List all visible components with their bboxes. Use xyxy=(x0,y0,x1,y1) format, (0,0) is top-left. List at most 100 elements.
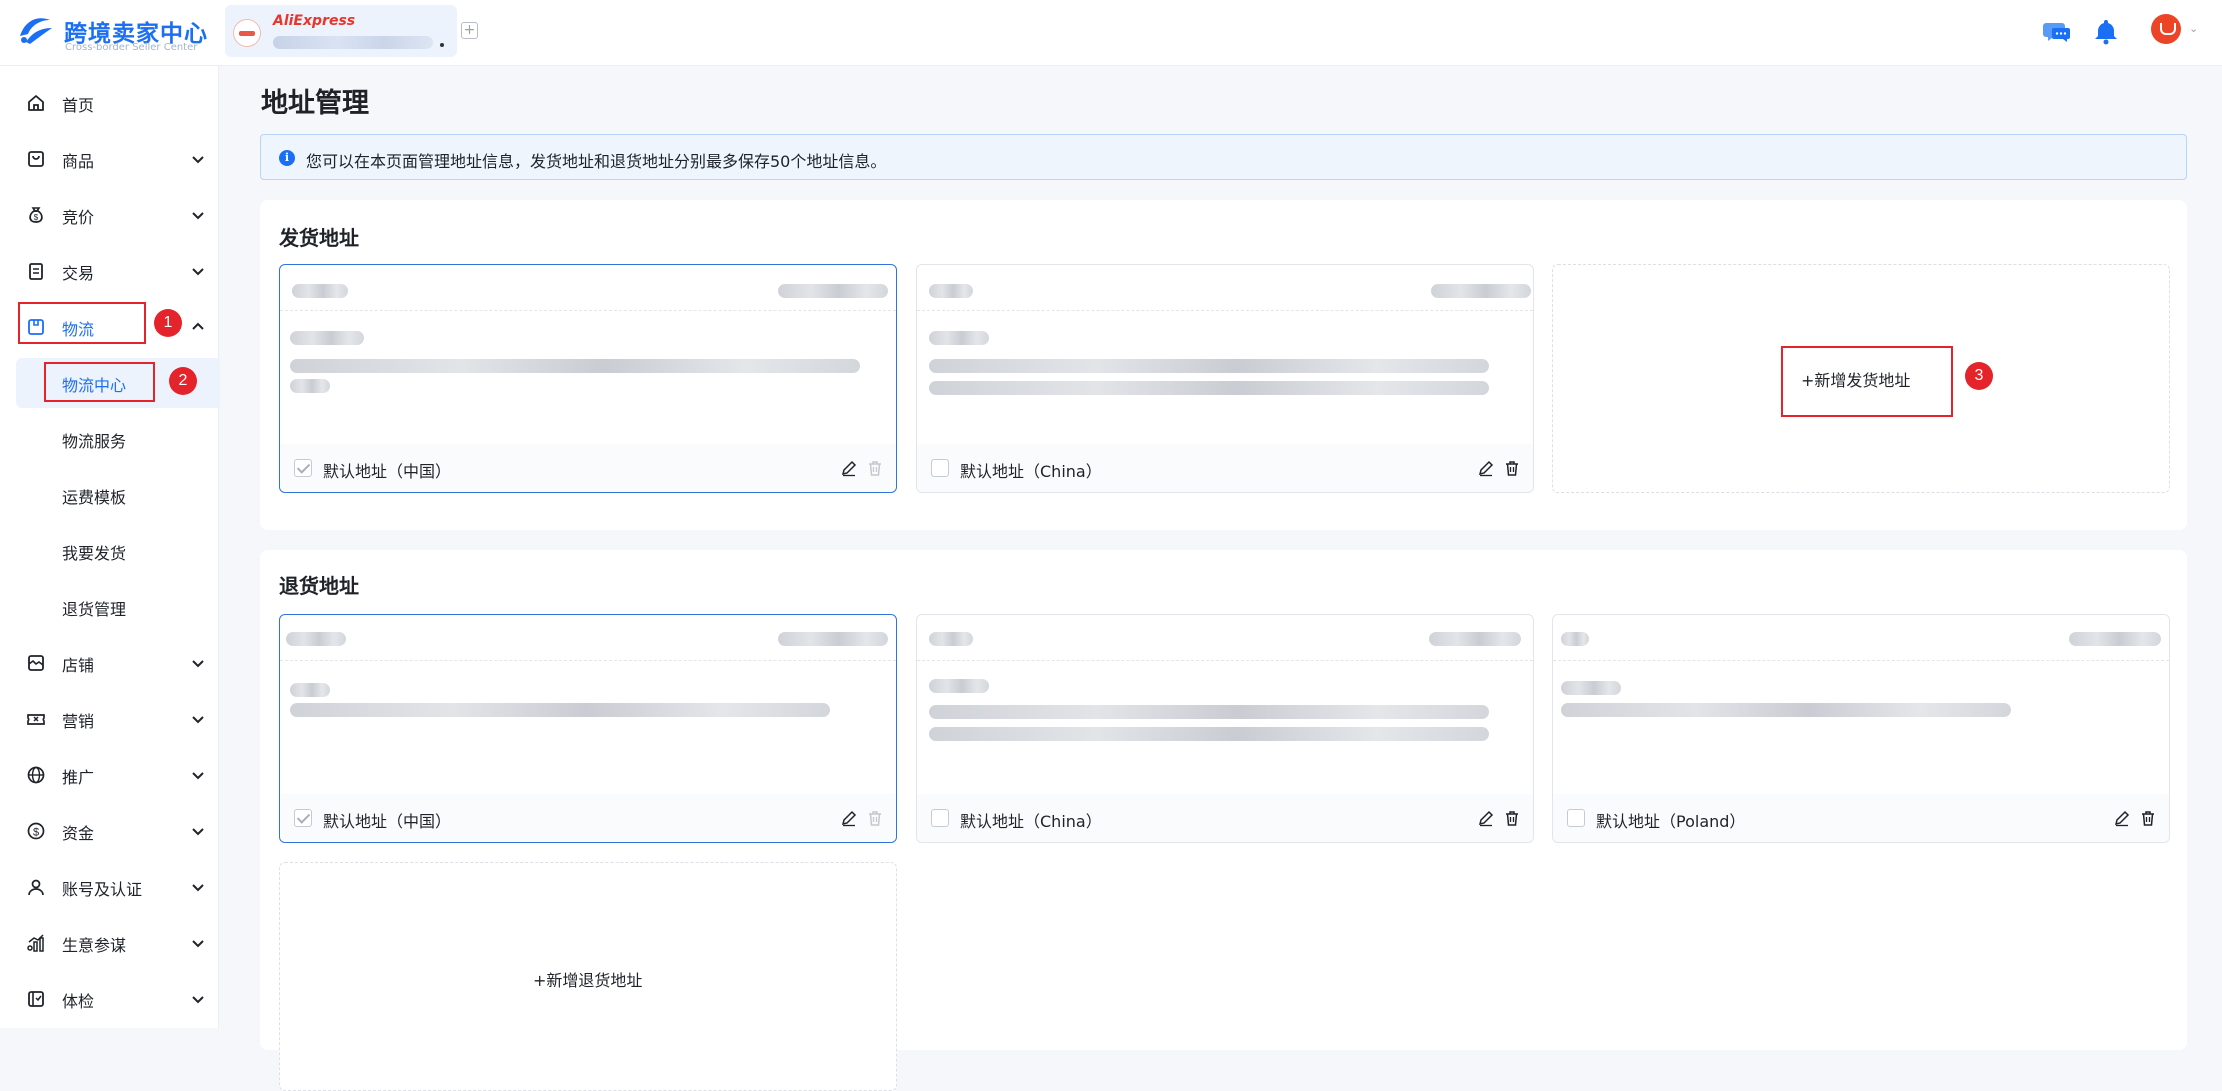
moneybag-icon: $ xyxy=(29,207,43,223)
box-icon xyxy=(28,319,44,335)
sidebar-item-label: 我要发货 xyxy=(62,544,127,563)
ticket-icon xyxy=(27,714,45,725)
chevron-down-icon xyxy=(192,940,204,948)
address-card[interactable]: 默认地址（Poland） xyxy=(1552,614,2170,843)
sidebar-item-store[interactable]: 店铺 xyxy=(16,638,216,688)
add-return-address-card[interactable]: +新增退货地址 xyxy=(279,862,897,1091)
sidebar-item-label: 商品 xyxy=(62,152,95,171)
sidebar-subitem-ship-orders[interactable]: 我要发货 xyxy=(16,526,220,576)
sidebar-item-business-advisor[interactable]: 生意参谋 xyxy=(16,918,216,968)
add-shipping-address-card[interactable]: +新增发货地址 xyxy=(1552,264,2170,493)
person-icon xyxy=(28,879,44,896)
sidebar-subitem-logistics-service[interactable]: 物流服务 xyxy=(16,414,220,464)
store-switcher[interactable]: AliExpress xyxy=(225,5,457,57)
sidebar-item-home[interactable]: 首页 xyxy=(16,78,216,128)
sidebar-item-logistics[interactable]: 物流 xyxy=(16,302,216,352)
sidebar-item-label: 体检 xyxy=(62,992,95,1011)
return-address-section: 退货地址 默认地址（中国） 默认地址（China） 默认地址（Poland） +… xyxy=(260,550,2187,1091)
sidebar-item-bidding[interactable]: $ 竞价 xyxy=(16,190,216,240)
info-notice: i 您可以在本页面管理地址信息，发货地址和退货地址分别最多保存50个地址信息。 xyxy=(260,134,2187,180)
app-subtitle: Cross-border Seller Center xyxy=(65,42,198,53)
default-checkbox[interactable] xyxy=(294,459,312,477)
sidebar-item-account[interactable]: 账号及认证 xyxy=(16,862,216,912)
bell-icon[interactable] xyxy=(2092,17,2120,45)
chat-icon[interactable] xyxy=(2043,17,2071,45)
clipboard-icon xyxy=(29,263,43,280)
card-footer: 默认地址（Poland） xyxy=(1553,794,2169,842)
home-icon xyxy=(28,95,44,111)
redacted-text xyxy=(929,331,989,345)
redacted-address xyxy=(290,359,860,373)
sidebar-item-products[interactable]: 商品 xyxy=(16,134,216,184)
sidebar-subitem-freight-template[interactable]: 运费模板 xyxy=(16,470,220,520)
sidebar-item-label: 物流 xyxy=(62,320,95,339)
sidebar-item-orders[interactable]: 交易 xyxy=(16,246,216,296)
sidebar-subitem-returns-management[interactable]: 退货管理 xyxy=(16,582,220,632)
checkup-icon xyxy=(28,991,44,1007)
chevron-down-icon xyxy=(192,212,204,220)
default-address-label: 默认地址（中国） xyxy=(323,812,452,831)
sidebar-item-label: 营销 xyxy=(62,712,95,731)
top-bar: 跨境卖家中心 Cross-border Seller Center AliExp… xyxy=(0,0,2222,66)
trash-icon[interactable] xyxy=(2139,809,2157,827)
edit-icon[interactable] xyxy=(1477,809,1495,827)
info-icon: i xyxy=(279,150,295,166)
redacted-name xyxy=(929,632,973,646)
redacted-address xyxy=(929,381,1489,395)
chevron-down-icon xyxy=(192,828,204,836)
sidebar-item-label: 物流服务 xyxy=(62,432,127,451)
logo-icon xyxy=(20,18,52,44)
redacted-text xyxy=(1561,681,1621,695)
trash-icon[interactable] xyxy=(1503,459,1521,477)
edit-icon[interactable] xyxy=(840,459,858,477)
trash-icon[interactable] xyxy=(1503,809,1521,827)
redacted-phone xyxy=(1429,632,1521,646)
chevron-down-icon[interactable]: ⌄ xyxy=(2189,22,2198,35)
add-return-address-button[interactable]: +新增退货地址 xyxy=(533,967,642,991)
address-card[interactable]: 默认地址（中国） xyxy=(279,264,897,493)
edit-icon[interactable] xyxy=(2113,809,2131,827)
address-card[interactable]: 默认地址（China） xyxy=(916,614,1534,843)
default-checkbox[interactable] xyxy=(931,459,949,477)
default-checkbox[interactable] xyxy=(931,809,949,827)
app-logo[interactable]: 跨境卖家中心 Cross-border Seller Center xyxy=(16,12,216,54)
sidebar-item-label: 竞价 xyxy=(62,208,95,227)
chevron-down-icon xyxy=(192,660,204,668)
redacted-text xyxy=(290,331,364,345)
redacted-phone xyxy=(2069,632,2161,646)
add-shipping-address-button[interactable]: +新增发货地址 xyxy=(1801,367,1910,391)
svg-text:$: $ xyxy=(33,827,39,839)
add-store-button[interactable]: + xyxy=(461,22,478,39)
chevron-up-icon xyxy=(192,322,204,330)
sidebar-item-promotion[interactable]: 推广 xyxy=(16,750,216,800)
card-header xyxy=(280,265,896,311)
trash-icon[interactable] xyxy=(866,809,884,827)
sidebar-item-label: 推广 xyxy=(62,768,95,787)
default-checkbox[interactable] xyxy=(1567,809,1585,827)
redacted-phone xyxy=(1431,284,1531,298)
card-footer: 默认地址（China） xyxy=(917,794,1533,842)
default-address-label: 默认地址（Poland） xyxy=(1596,812,1746,831)
user-avatar[interactable] xyxy=(2151,14,2181,44)
sidebar-item-marketing[interactable]: 营销 xyxy=(16,694,216,744)
card-header xyxy=(280,615,896,661)
card-footer: 默认地址（中国） xyxy=(280,794,896,842)
card-header xyxy=(917,615,1533,661)
card-footer: 默认地址（China） xyxy=(917,444,1533,492)
store-name-redacted xyxy=(273,36,433,49)
default-checkbox[interactable] xyxy=(294,809,312,827)
edit-icon[interactable] xyxy=(1477,459,1495,477)
sidebar-item-checkup[interactable]: 体检 xyxy=(16,974,216,1024)
trash-icon[interactable] xyxy=(866,459,884,477)
default-address-label: 默认地址（China） xyxy=(960,462,1102,481)
shipping-address-section: 发货地址 默认地址（中国） 默认地址（China） +新增发货地址 xyxy=(260,200,2187,530)
chevron-down-icon xyxy=(192,772,204,780)
redacted-name xyxy=(1561,632,1589,646)
bag-icon xyxy=(28,151,44,167)
edit-icon[interactable] xyxy=(840,809,858,827)
sidebar-item-funds[interactable]: $ 资金 xyxy=(16,806,216,856)
redacted-phone xyxy=(778,284,888,298)
sidebar-item-label: 资金 xyxy=(62,824,95,843)
address-card[interactable]: 默认地址（China） xyxy=(916,264,1534,493)
address-card[interactable]: 默认地址（中国） xyxy=(279,614,897,843)
